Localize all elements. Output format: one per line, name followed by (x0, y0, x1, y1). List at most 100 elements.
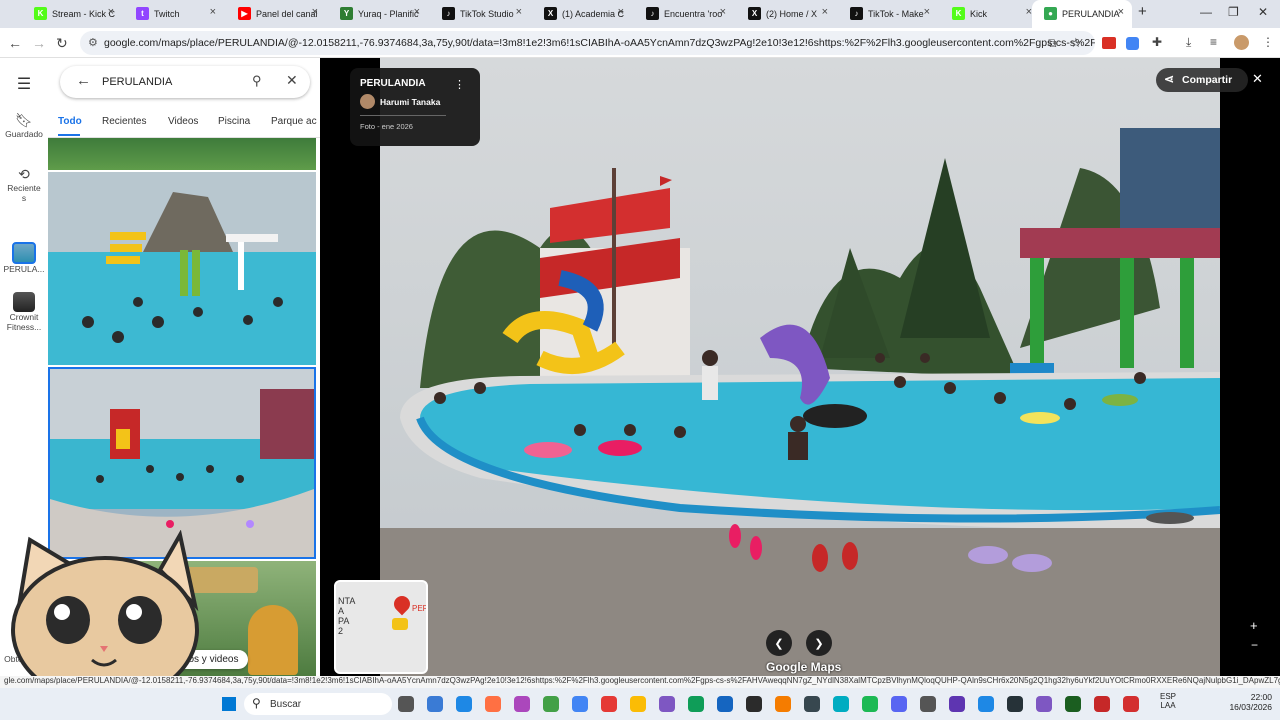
language-indicator[interactable]: ESP LAA (1160, 692, 1176, 710)
tab-close-icon[interactable]: × (414, 6, 420, 18)
profile-avatar[interactable] (1234, 35, 1249, 50)
browser-menu-icon[interactable]: ⋮ (1262, 35, 1274, 49)
vegas-icon[interactable] (1094, 696, 1110, 712)
open-in-app-icon[interactable]: ⧉ (1048, 36, 1057, 51)
place-name[interactable]: PERULANDIA (360, 78, 426, 89)
filter-chip[interactable]: Recientes (102, 116, 146, 127)
sticky-icon[interactable] (775, 696, 791, 712)
bookmark-star-icon[interactable]: ☆ (1070, 35, 1082, 51)
tab-close-icon[interactable]: × (210, 6, 216, 18)
browser-tab[interactable]: X (2) Home / X × (736, 0, 836, 28)
calculator-icon[interactable] (949, 696, 965, 712)
chrome-icon[interactable] (543, 696, 559, 712)
filter-chip[interactable]: Piscina (218, 116, 250, 127)
filter-chip[interactable]: Parque ac (271, 116, 317, 127)
rail-item-recent[interactable]: ⟲ Reciente s (0, 166, 48, 203)
extensions-puzzle-icon[interactable]: ✚ (1152, 35, 1162, 49)
browser-tab[interactable]: X (1) Academia C × (532, 0, 632, 28)
zoom-out-button[interactable]: − (1251, 638, 1258, 652)
app-icon[interactable] (485, 696, 501, 712)
extension-icon[interactable] (1102, 37, 1116, 49)
tab-close-icon[interactable]: × (312, 6, 318, 18)
premiere-icon[interactable] (746, 696, 762, 712)
app-icon[interactable] (833, 696, 849, 712)
photo-thumbnail[interactable] (48, 172, 316, 365)
taskbar-search-input[interactable]: ⚲ Buscar (244, 693, 392, 715)
app-icon[interactable] (920, 696, 936, 712)
google-maps-watermark: Google Maps (766, 660, 842, 674)
back-icon[interactable]: ← (8, 35, 22, 51)
headset-icon[interactable] (1007, 696, 1023, 712)
tab-label: (2) Home / X (766, 9, 818, 19)
tab-close-icon[interactable]: × (924, 6, 930, 18)
outlook-icon[interactable] (688, 696, 704, 712)
minimize-button[interactable]: — (1200, 5, 1212, 19)
browser-tab[interactable]: ♪ TikTok - Make × (838, 0, 938, 28)
tab-close-icon[interactable]: × (108, 6, 114, 18)
rail-item-perulandia[interactable]: PERULA... (0, 242, 48, 274)
clock[interactable]: 22:00 16/03/2026 (1218, 692, 1272, 712)
browser-tab[interactable]: K Kick × (940, 0, 1040, 28)
media-control-icon[interactable]: ≡ (1210, 35, 1217, 49)
maximize-button[interactable]: ❐ (1228, 5, 1239, 19)
spotify-icon[interactable] (862, 696, 878, 712)
edge-icon[interactable] (427, 696, 443, 712)
app-icon[interactable] (514, 696, 530, 712)
url-input[interactable]: ⚙ google.com/maps/place/PERULANDIA/@-12.… (80, 31, 1095, 55)
search-icon[interactable]: ⚲ (252, 73, 262, 89)
zoom-in-button[interactable]: + (1250, 618, 1258, 633)
app-icon[interactable] (1036, 696, 1052, 712)
menu-icon[interactable]: ☰ (0, 74, 48, 94)
site-info-icon[interactable]: ⚙ (88, 36, 98, 49)
minimap[interactable]: NTA A PA 2 PER (334, 580, 428, 674)
chrome-icon[interactable] (572, 696, 588, 712)
tab-close-icon[interactable]: × (1118, 6, 1124, 18)
app-icon[interactable] (630, 696, 646, 712)
download-icon[interactable]: ⤓ (1186, 35, 1191, 50)
tab-close-icon[interactable]: × (618, 6, 624, 18)
filter-chip[interactable]: Todo (58, 116, 82, 127)
filter-chip[interactable]: Videos (168, 116, 198, 127)
new-tab-button[interactable]: + (1138, 3, 1147, 20)
explorer-icon[interactable] (456, 696, 472, 712)
browser-tab[interactable]: t Twitch × (124, 0, 224, 28)
windows-start-icon[interactable] (222, 697, 236, 711)
browser-tab[interactable]: Y Yuraq - Planific × (328, 0, 428, 28)
files-icon[interactable] (717, 696, 733, 712)
close-icon[interactable]: ✕ (286, 72, 298, 89)
close-viewer-icon[interactable]: ✕ (1252, 71, 1263, 87)
browser-tab[interactable]: K Stream - Kick C × (22, 0, 122, 28)
rail-item-saved[interactable]: 🔖︎ Guardado (0, 112, 48, 139)
forward-icon[interactable]: → (32, 35, 46, 51)
reload-icon[interactable]: ↻ (56, 35, 68, 52)
share-button[interactable]: ⋖ Compartir (1156, 68, 1248, 92)
pool-photo-main[interactable] (380, 58, 1220, 678)
browser-tab[interactable]: ▶ Panel del canal × (226, 0, 326, 28)
more-options-icon[interactable]: ⋮ (454, 78, 465, 91)
chrome-icon[interactable] (601, 696, 617, 712)
browser-tab[interactable]: ♪ Encuentra 'roo × (634, 0, 734, 28)
author-name[interactable]: Harumi Tanaka (380, 97, 440, 107)
close-window-button[interactable]: ✕ (1258, 5, 1268, 19)
tab-close-icon[interactable]: × (516, 6, 522, 18)
next-photo-button[interactable]: ❯ (806, 630, 832, 656)
back-arrow-icon[interactable]: ← (76, 72, 91, 89)
app-icon[interactable] (659, 696, 675, 712)
search-input[interactable]: ← PERULANDIA ⚲ ✕ (60, 66, 310, 98)
photo-thumbnail[interactable] (48, 138, 316, 170)
discord-icon[interactable] (891, 696, 907, 712)
bear-statue-image (248, 605, 298, 675)
previous-photo-button[interactable]: ❮ (766, 630, 792, 656)
browser-tab[interactable]: ● PERULANDIA × (1032, 0, 1132, 28)
share-icon: ⋖ (1164, 72, 1175, 86)
rail-item-crownit[interactable]: Crownit Fitness... (0, 292, 48, 332)
tab-close-icon[interactable]: × (822, 6, 828, 18)
app-icon[interactable] (1123, 696, 1139, 712)
steam-icon[interactable] (978, 696, 994, 712)
browser-tab[interactable]: ♪ TikTok Studio × (430, 0, 530, 28)
obs-icon[interactable] (804, 696, 820, 712)
excel-icon[interactable] (1065, 696, 1081, 712)
task-view-icon[interactable] (398, 696, 414, 712)
translate-extension-icon[interactable] (1126, 37, 1139, 50)
tab-close-icon[interactable]: × (720, 6, 726, 18)
